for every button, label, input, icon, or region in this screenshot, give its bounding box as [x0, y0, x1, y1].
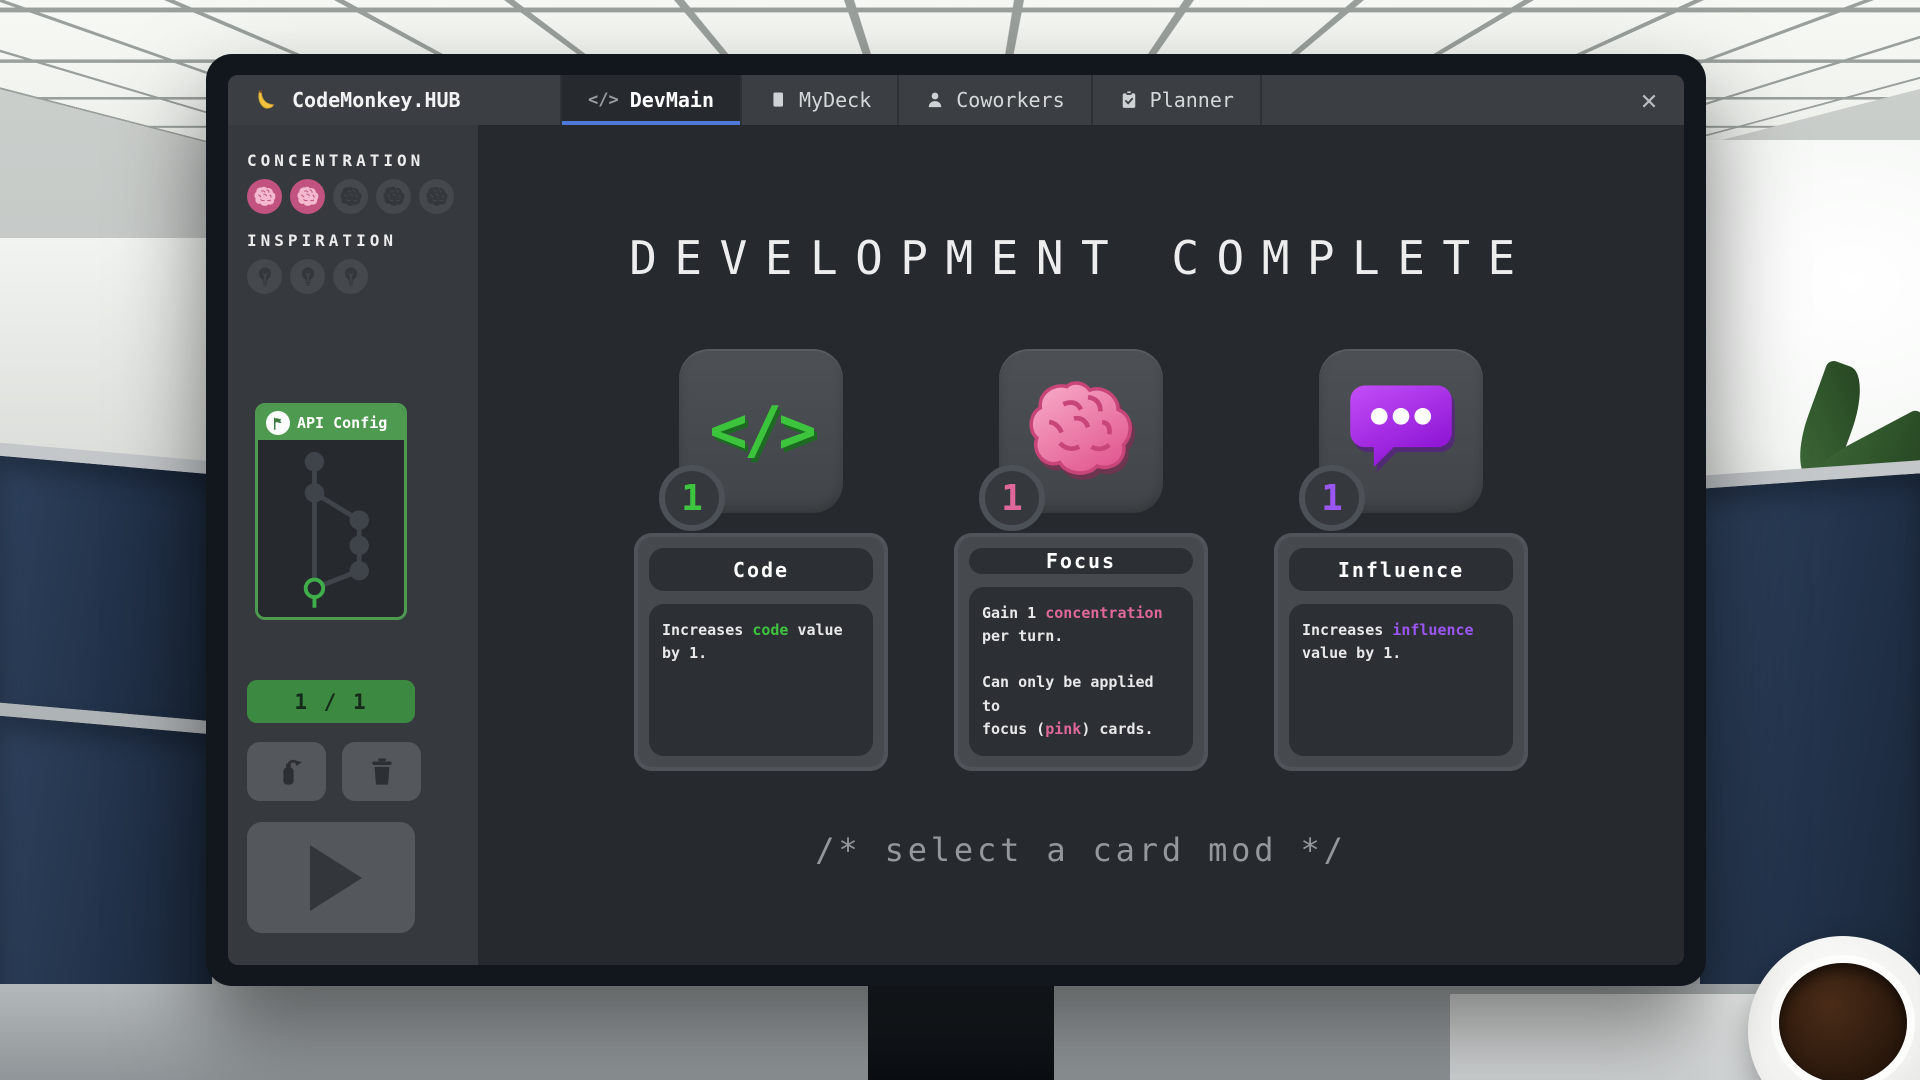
brain-icon: [290, 179, 325, 214]
person-icon: [925, 90, 945, 110]
lightbulb-icon: [247, 259, 282, 294]
mod-info-card[interactable]: Code Increases code valueby 1.: [634, 533, 888, 771]
hand-card-header: API Config: [258, 406, 404, 440]
app-title: CodeMonkey.HUB: [228, 75, 560, 125]
card-mod-option-code[interactable]: </> 1 Code Increases code valueby 1.: [634, 349, 888, 771]
tab-planner-label: Planner: [1150, 88, 1234, 112]
brain-icon: [333, 179, 368, 214]
brain-icon: [419, 179, 454, 214]
mod-options-row: </> 1 Code Increases code valueby 1. 1 F…: [634, 349, 1528, 771]
mod-icon-tile[interactable]: 1: [999, 349, 1163, 513]
brain-icon: [1023, 376, 1139, 482]
cubicle-panel-left: [0, 443, 212, 722]
clipboard-icon: [1119, 90, 1139, 110]
card-icon: [768, 90, 788, 110]
inspiration-meter: [247, 259, 478, 294]
mod-info-card[interactable]: Influence Increases influencevalue by 1.: [1274, 533, 1528, 771]
tab-mydeck[interactable]: MyDeck: [740, 75, 897, 125]
tab-mydeck-label: MyDeck: [799, 88, 871, 112]
play-icon: [310, 845, 362, 911]
fire-extinguisher-icon: [269, 754, 305, 790]
monitor-stand: [868, 980, 1054, 1080]
sidebar: CONCENTRATION INSPIRATION: [228, 125, 478, 965]
tab-devmain[interactable]: </> DevMain: [560, 75, 740, 125]
lightbulb-icon: [290, 259, 325, 294]
play-button[interactable]: [247, 822, 415, 933]
coffee: [1779, 963, 1907, 1080]
game-screen: CodeMonkey.HUB </> DevMain MyDeck Cowork…: [228, 75, 1684, 965]
mod-description: Increases code valueby 1.: [649, 604, 873, 756]
monitor: CodeMonkey.HUB </> DevMain MyDeck Cowork…: [206, 54, 1706, 986]
tab-bar: CodeMonkey.HUB </> DevMain MyDeck Cowork…: [228, 75, 1684, 125]
speech-bubble-icon: [1343, 376, 1459, 482]
code-tab-icon: </>: [588, 90, 619, 110]
banana-icon: [256, 88, 280, 112]
page-title: DEVELOPMENT COMPLETE: [629, 231, 1533, 285]
mod-description: Gain 1 concentrationper turn.Can only be…: [969, 587, 1193, 756]
mod-name: Influence: [1289, 548, 1513, 591]
mod-info-card[interactable]: Focus Gain 1 concentrationper turn.Can o…: [954, 533, 1208, 771]
mod-count-badge: 1: [979, 465, 1045, 531]
mod-name: Code: [649, 548, 873, 591]
inspiration-label: INSPIRATION: [247, 231, 478, 250]
mod-count-badge: 1: [659, 465, 725, 531]
brain-icon: [247, 179, 282, 214]
lightbulb-icon: [333, 259, 368, 294]
hand-card-api-config[interactable]: API Config: [255, 403, 407, 620]
discard-button[interactable]: [342, 742, 421, 801]
code-icon: </>: [709, 394, 813, 468]
tab-coworkers-label: Coworkers: [956, 88, 1064, 112]
cubicle-panel-right: [1700, 460, 1920, 1020]
hand-card-title: API Config: [297, 414, 387, 432]
concentration-meter: [247, 179, 478, 214]
extinguish-button[interactable]: [247, 742, 326, 801]
card-mod-option-influence[interactable]: 1 Influence Increases influencevalue by …: [1274, 349, 1528, 771]
trash-icon: [364, 754, 400, 790]
tab-planner[interactable]: Planner: [1091, 75, 1260, 125]
select-hint: /* select a card mod */: [815, 831, 1346, 869]
close-button[interactable]: ✕: [1614, 75, 1684, 125]
cards-remaining-badge: 1 / 1: [247, 680, 415, 723]
mod-icon-tile[interactable]: </> 1: [679, 349, 843, 513]
mod-icon-tile[interactable]: 1: [1319, 349, 1483, 513]
mod-count-badge: 1: [1299, 465, 1365, 531]
main-panel: DEVELOPMENT COMPLETE </> 1 Code Increase…: [478, 125, 1684, 965]
flag-icon: [266, 411, 290, 435]
concentration-label: CONCENTRATION: [247, 151, 478, 170]
mod-name: Focus: [969, 548, 1193, 574]
mod-description: Increases influencevalue by 1.: [1289, 604, 1513, 756]
card-mod-option-focus[interactable]: 1 Focus Gain 1 concentrationper turn.Can…: [954, 349, 1208, 771]
git-graph: [258, 440, 404, 612]
brain-icon: [376, 179, 411, 214]
tab-devmain-label: DevMain: [630, 88, 714, 112]
app-title-label: CodeMonkey.HUB: [292, 88, 461, 112]
tabbar-spacer: [1260, 75, 1614, 125]
tab-coworkers[interactable]: Coworkers: [897, 75, 1090, 125]
